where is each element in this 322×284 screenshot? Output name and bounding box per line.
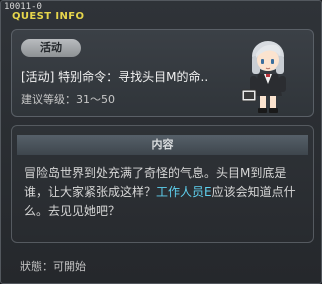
quest-info-window: 10011-0 QUEST INFO 活动 [活动] 特别命令：寻找头目M的命.… [0,0,322,284]
quest-status: 狀態：可開始 [20,260,86,273]
quest-category-badge: 活动 [21,39,81,57]
npc-portrait-icon [241,41,286,113]
level-requirement: 建议等级：31～50 [21,93,115,106]
quest-content-panel: 内容 冒险岛世界到处充满了奇怪的气息。头目M到底是谁，让大家紧张成这样？工作人员… [11,125,314,243]
window-title: QUEST INFO [12,11,85,22]
quest-summary-panel: 活动 [活动] 特别命令：寻找头目M的命.. 建议等级：31～50 [11,29,314,117]
npc-name-highlight[interactable]: 工作人员E [156,185,212,199]
quest-title: [活动] 特别命令：寻找头目M的命.. [21,70,209,84]
quest-description: 冒险岛世界到处充满了奇怪的气息。头目M到底是谁，让大家紧张成这样？工作人员E应该… [24,164,306,221]
content-header: 内容 [17,135,308,155]
